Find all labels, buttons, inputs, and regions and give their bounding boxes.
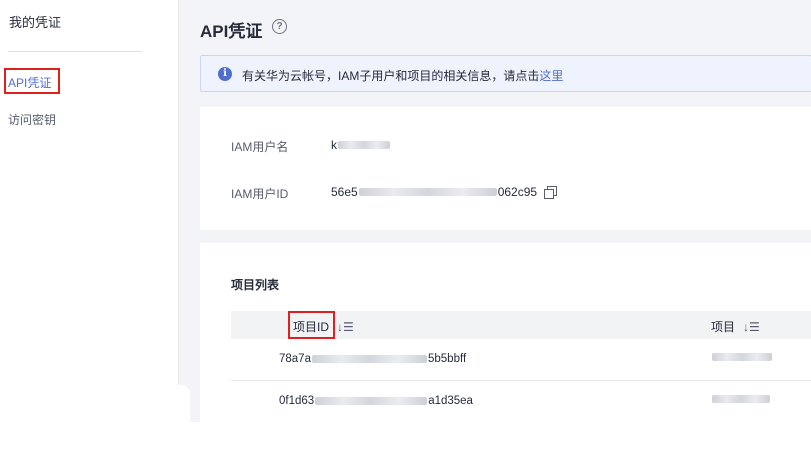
info-notice: i 有关华为云帐号，IAM子用户和项目的相关信息，请点击这里 xyxy=(200,55,811,92)
userid-value: 56e5 062c95 xyxy=(331,185,537,199)
redacted-project-name xyxy=(712,395,770,403)
project-name-cell xyxy=(711,395,771,403)
redacted-userid xyxy=(358,188,497,196)
bottom-area xyxy=(178,422,811,454)
userid-suffix: 062c95 xyxy=(497,185,538,199)
project-name-cell xyxy=(711,353,773,361)
username-value: k xyxy=(331,138,391,152)
main-content: API凭证 ? i 有关华为云帐号，IAM子用户和项目的相关信息，请点击这里 I… xyxy=(178,0,811,423)
page-title: API凭证 xyxy=(200,22,263,41)
question-circle-icon[interactable]: ? xyxy=(272,19,287,34)
sidebar-title: 我的凭证 xyxy=(9,15,62,30)
userid-label: IAM用户ID xyxy=(231,187,289,201)
sort-icon[interactable]: ↓☰ xyxy=(337,320,354,334)
project-id-prefix: 78a7a xyxy=(279,353,311,365)
sidebar-corner xyxy=(150,385,190,422)
notice-message: 有关华为云帐号，IAM子用户和项目的相关信息，请点击 xyxy=(242,69,540,83)
notice-link[interactable]: 这里 xyxy=(539,69,563,83)
highlight-box-project-id xyxy=(288,311,335,339)
project-list-card: 项目列表 项目ID ↓☰ 项目 ↓☰ 78a7a 5b5bbff 0f1d63 … xyxy=(200,243,811,423)
project-list-title: 项目列表 xyxy=(231,278,280,292)
username-label: IAM用户名 xyxy=(231,140,289,154)
redacted-username xyxy=(338,141,390,149)
project-id-cell: 0f1d63 a1d35ea xyxy=(279,395,473,407)
info-icon: i xyxy=(218,67,232,81)
notice-text: 有关华为云帐号，IAM子用户和项目的相关信息，请点击这里 xyxy=(242,67,563,84)
redacted-project-name xyxy=(712,353,772,361)
highlight-box-api-credentials xyxy=(4,68,60,94)
column-header-project-label: 项目 xyxy=(711,320,736,334)
project-id-suffix: 5b5bbff xyxy=(427,353,467,365)
column-header-project[interactable]: 项目 ↓☰ xyxy=(711,318,760,335)
userid-prefix: 56e5 xyxy=(331,185,358,199)
sort-icon[interactable]: ↓☰ xyxy=(743,320,760,334)
username-visible: k xyxy=(331,138,337,152)
project-id-suffix: a1d35ea xyxy=(428,395,473,407)
table-row[interactable]: 0f1d63 a1d35ea xyxy=(231,381,811,423)
sidebar-divider xyxy=(8,51,142,52)
table-row[interactable]: 78a7a 5b5bbff xyxy=(231,339,811,381)
redacted-project-id xyxy=(315,397,428,405)
user-info-card: IAM用户名 k IAM用户ID 56e5 062c95 xyxy=(200,107,811,230)
redacted-project-id xyxy=(311,355,427,363)
project-id-cell: 78a7a 5b5bbff xyxy=(279,353,466,365)
sidebar-item-access-keys[interactable]: 访问密钥 xyxy=(8,111,56,128)
copy-icon[interactable] xyxy=(544,186,557,199)
project-id-prefix: 0f1d63 xyxy=(279,395,315,407)
